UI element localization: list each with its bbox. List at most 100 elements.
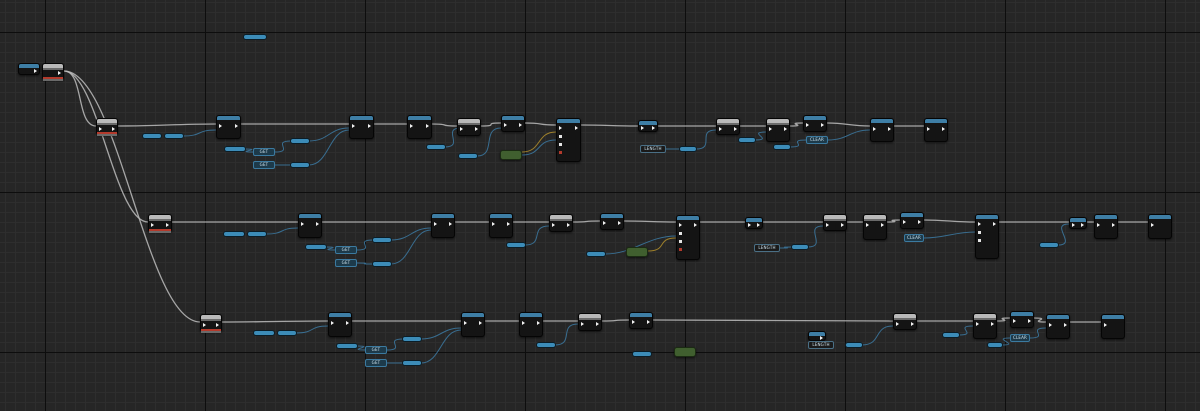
data-wire[interactable]	[274, 140, 292, 153]
variable-node[interactable]	[633, 352, 651, 356]
function-node[interactable]	[519, 312, 543, 337]
function-node[interactable]	[328, 312, 352, 337]
function-node[interactable]	[900, 212, 924, 229]
function-node[interactable]	[1046, 314, 1070, 339]
data-wire[interactable]	[861, 325, 894, 346]
variable-node[interactable]	[943, 333, 959, 337]
exec-wire[interactable]	[623, 220, 677, 223]
branch-node[interactable]	[893, 313, 917, 330]
variable-node[interactable]	[403, 361, 421, 365]
make-struct-node[interactable]	[676, 215, 700, 260]
data-wire[interactable]	[386, 338, 404, 351]
literal-node[interactable]	[500, 150, 522, 160]
event-node[interactable]	[18, 63, 40, 75]
function-node[interactable]	[216, 115, 241, 139]
length-node[interactable]: LENGTH	[808, 341, 834, 349]
exec-wire[interactable]	[221, 320, 329, 323]
data-wire[interactable]	[356, 262, 374, 265]
variable-node[interactable]	[459, 154, 477, 158]
clear-node[interactable]: CLEAR	[806, 136, 828, 144]
variable-node[interactable]	[1040, 243, 1058, 247]
function-node[interactable]	[638, 120, 658, 132]
variable-node[interactable]	[403, 337, 421, 341]
get-node[interactable]: GET	[365, 359, 387, 367]
variable-node[interactable]	[680, 147, 696, 151]
data-wire[interactable]	[356, 239, 374, 251]
exec-wire[interactable]	[63, 70, 149, 223]
data-wire[interactable]	[265, 227, 299, 235]
data-wire[interactable]	[524, 225, 550, 246]
length-node[interactable]: LENGTH	[754, 244, 780, 252]
data-wire[interactable]	[295, 325, 329, 334]
function-node[interactable]	[298, 213, 322, 238]
function-node[interactable]	[1069, 217, 1087, 229]
exec-wire[interactable]	[117, 123, 217, 127]
variable-node[interactable]	[225, 147, 245, 151]
variable-node[interactable]	[373, 262, 391, 266]
data-wire[interactable]	[308, 129, 350, 166]
exec-wire[interactable]	[923, 219, 976, 223]
exec-wire[interactable]	[601, 319, 630, 322]
variable-node[interactable]	[254, 331, 274, 335]
data-wire[interactable]	[958, 325, 974, 336]
variable-node[interactable]	[774, 145, 790, 149]
variable-node[interactable]	[739, 138, 755, 142]
variable-node[interactable]	[537, 343, 555, 347]
function-node[interactable]	[349, 115, 374, 139]
data-wire[interactable]	[695, 129, 717, 150]
data-wire[interactable]	[923, 231, 976, 239]
data-wire[interactable]	[308, 127, 350, 142]
data-wire[interactable]	[779, 246, 793, 249]
length-node[interactable]: LENGTH	[640, 145, 666, 153]
data-wire[interactable]	[420, 329, 462, 364]
cast-node[interactable]	[578, 313, 602, 331]
function-node[interactable]	[461, 312, 485, 337]
data-wire[interactable]	[244, 148, 254, 153]
get-node[interactable]: GET	[253, 161, 275, 169]
data-wire[interactable]	[827, 129, 871, 141]
data-wire[interactable]	[356, 345, 366, 351]
cast-node[interactable]	[457, 118, 481, 136]
function-node[interactable]	[1148, 214, 1172, 239]
get-node[interactable]: GET	[253, 148, 275, 156]
function-node[interactable]	[870, 118, 894, 142]
reroute-node[interactable]	[244, 35, 266, 39]
variable-node[interactable]	[846, 343, 862, 347]
exec-wire[interactable]	[1033, 317, 1047, 323]
exec-wire[interactable]	[524, 122, 557, 126]
function-node[interactable]	[745, 217, 763, 229]
function-node[interactable]	[407, 115, 432, 139]
exec-wire[interactable]	[480, 122, 502, 127]
sequence-node[interactable]	[42, 63, 64, 81]
data-wire[interactable]	[807, 225, 824, 248]
branch-node[interactable]	[823, 214, 847, 231]
data-wire[interactable]	[390, 229, 432, 265]
data-wire[interactable]	[754, 131, 767, 141]
branch-node-row1[interactable]	[96, 118, 118, 136]
branch-node[interactable]	[973, 313, 997, 339]
exec-wire[interactable]	[63, 70, 201, 323]
data-wire[interactable]	[325, 246, 336, 251]
exec-wire[interactable]	[886, 219, 901, 223]
variable-node[interactable]	[373, 238, 391, 242]
exec-wire[interactable]	[431, 123, 458, 127]
function-node[interactable]	[1094, 214, 1118, 239]
data-wire[interactable]	[789, 139, 807, 148]
data-wire[interactable]	[1001, 337, 1011, 346]
branch-node-row3[interactable]	[200, 314, 222, 333]
variable-node[interactable]	[337, 344, 357, 348]
blueprint-graph-canvas[interactable]: GET GET LENGTH CLEAR GET GET LENGTH CLEA…	[0, 0, 1200, 411]
data-wire[interactable]	[420, 327, 462, 340]
data-wire[interactable]	[554, 323, 579, 346]
function-node[interactable]	[924, 118, 948, 142]
data-wire[interactable]	[1029, 327, 1047, 339]
get-node[interactable]: GET	[365, 346, 387, 354]
get-node[interactable]: GET	[335, 259, 357, 267]
data-wire[interactable]	[182, 129, 217, 137]
clear-node[interactable]: CLEAR	[904, 234, 924, 242]
exec-wire[interactable]	[826, 122, 871, 127]
branch-node-row2[interactable]	[148, 214, 172, 233]
function-node[interactable]	[1101, 314, 1125, 339]
exec-wire[interactable]	[652, 319, 894, 322]
variable-node[interactable]	[587, 252, 605, 256]
